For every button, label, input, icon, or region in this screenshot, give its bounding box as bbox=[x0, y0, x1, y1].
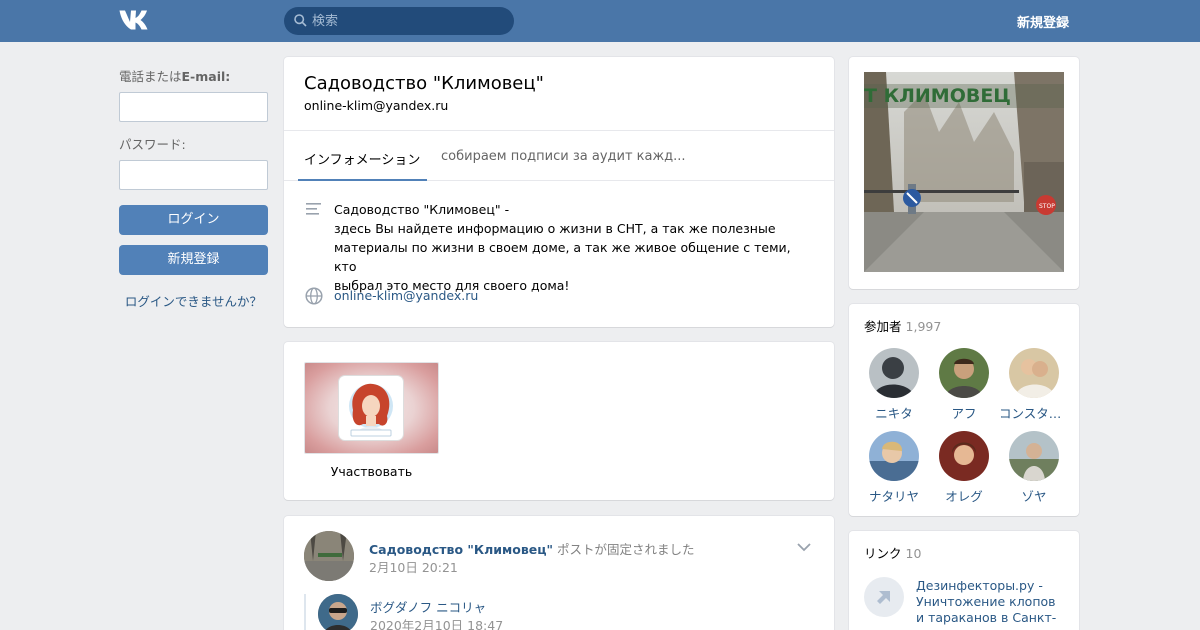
email-field[interactable] bbox=[119, 92, 268, 122]
member-item[interactable]: オレグ bbox=[929, 431, 999, 505]
login-form: 電話またはE-mail: パスワード: ログイン 新規登録 ログインできませんか… bbox=[119, 66, 268, 310]
member-name[interactable]: コンスタンチン bbox=[999, 403, 1069, 422]
app-thumbnail[interactable] bbox=[304, 362, 439, 454]
avatar[interactable] bbox=[1009, 348, 1059, 398]
repost-date[interactable]: 2020年2月10日 18:47 bbox=[370, 615, 503, 630]
stop-sign-text: STOP bbox=[1039, 203, 1055, 210]
members-card: 参加者1,997 ニキタ アフ コンスタンチン ナタリヤ オレグ ゾヤ bbox=[849, 304, 1079, 516]
avatar[interactable] bbox=[869, 348, 919, 398]
active-tab-indicator bbox=[298, 179, 427, 181]
members-count: 1,997 bbox=[905, 319, 942, 334]
group-info-card: Садоводство "Климовец" online-klim@yande… bbox=[284, 57, 834, 327]
tab-signatures[interactable]: собираем подписи за аудит кажд... bbox=[441, 149, 686, 164]
app-label[interactable]: Участвовать bbox=[304, 464, 439, 479]
chevron-down-icon[interactable] bbox=[796, 542, 812, 552]
phone-email-label: 電話またはE-mail: bbox=[119, 69, 231, 84]
search-icon bbox=[294, 14, 307, 27]
search-box[interactable] bbox=[284, 7, 514, 35]
repost-avatar[interactable] bbox=[318, 594, 358, 630]
site-link[interactable]: online-klim@yandex.ru bbox=[334, 288, 478, 303]
post-author[interactable]: Садоводство "Климовец" ポストが固定されました bbox=[369, 539, 695, 558]
avatar[interactable] bbox=[869, 431, 919, 481]
post-date[interactable]: 2月10日 20:21 bbox=[369, 557, 458, 576]
member-item[interactable]: アフ bbox=[929, 348, 999, 422]
repost-divider bbox=[304, 594, 306, 630]
group-description: Садоводство "Климовец" - здесь Вы найдет… bbox=[334, 202, 791, 293]
member-item[interactable]: コンスタンチン bbox=[999, 348, 1069, 422]
group-cover-photo[interactable]: Т КЛИМОВЕЦ STOP bbox=[864, 72, 1064, 272]
link-item[interactable]: Дезинфекторы.ру - Уничтожение клопов и т… bbox=[916, 578, 1066, 626]
member-name[interactable]: ナタリヤ bbox=[859, 486, 929, 505]
login-button[interactable]: ログイン bbox=[119, 205, 268, 235]
links-title[interactable]: リンク 10 bbox=[864, 543, 921, 562]
post-action-text: ポストが固定されました bbox=[553, 542, 695, 557]
app-widget-card: Участвовать bbox=[284, 342, 834, 500]
member-name[interactable]: ニキタ bbox=[859, 403, 929, 422]
globe-icon bbox=[305, 287, 323, 305]
avatar[interactable] bbox=[1009, 431, 1059, 481]
avatar[interactable] bbox=[304, 531, 354, 581]
group-cover-card: Т КЛИМОВЕЦ STOP bbox=[849, 57, 1079, 289]
link-icon[interactable] bbox=[864, 577, 904, 617]
member-name[interactable]: ゾヤ bbox=[999, 486, 1069, 505]
group-tabs: インフォメーション собираем подписи за аудит кажд… bbox=[284, 130, 834, 181]
avatar[interactable] bbox=[939, 431, 989, 481]
member-item[interactable]: ニキタ bbox=[859, 348, 929, 422]
members-title[interactable]: 参加者 1,997 bbox=[864, 316, 941, 335]
links-count: 10 bbox=[905, 546, 922, 561]
member-item[interactable]: ゾヤ bbox=[999, 431, 1069, 505]
tab-information[interactable]: インフォメーション bbox=[304, 149, 420, 168]
links-card: リンク 10 Дезинфекторы.ру - Уничтожение клоп… bbox=[849, 531, 1079, 630]
password-label: パスワード: bbox=[119, 137, 186, 152]
header-register-link[interactable]: 新規登録 bbox=[1017, 12, 1069, 31]
vk-logo-icon[interactable] bbox=[119, 9, 152, 31]
member-name[interactable]: オレグ bbox=[929, 486, 999, 505]
repost-author[interactable]: ボグダノフ ニコリャ bbox=[370, 597, 486, 616]
description-icon bbox=[306, 203, 321, 215]
pinned-post: Садоводство "Климовец" ポストが固定されました 2月10日… bbox=[284, 516, 834, 630]
forgot-login-link[interactable]: ログインできませんか？ bbox=[119, 291, 268, 310]
group-status: online-klim@yandex.ru bbox=[304, 98, 449, 113]
page-title: Садоводство "Климовец" bbox=[304, 73, 544, 94]
cover-sign-text: Т КЛИМОВЕЦ bbox=[864, 85, 1011, 107]
girl-illustration-icon bbox=[349, 383, 393, 437]
app-avatar bbox=[339, 376, 403, 440]
search-input[interactable] bbox=[312, 7, 507, 35]
member-name[interactable]: アフ bbox=[929, 403, 999, 422]
member-item[interactable]: ナタリヤ bbox=[859, 431, 929, 505]
top-header: 新規登録 bbox=[0, 0, 1200, 42]
password-field[interactable] bbox=[119, 160, 268, 190]
register-button[interactable]: 新規登録 bbox=[119, 245, 268, 275]
avatar[interactable] bbox=[939, 348, 989, 398]
